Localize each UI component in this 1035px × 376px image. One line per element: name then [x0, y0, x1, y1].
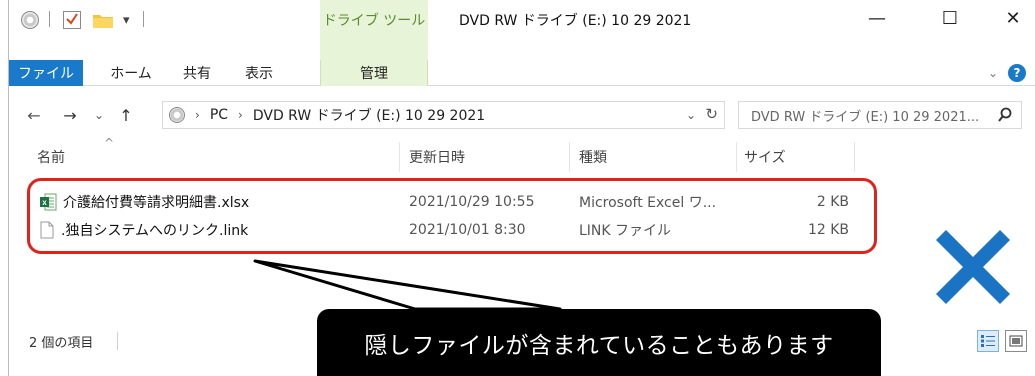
search-icon	[997, 107, 1013, 127]
tab-file[interactable]: ファイル	[9, 60, 83, 86]
divider[interactable]	[854, 142, 855, 172]
dvd-drive-icon	[169, 107, 185, 123]
chevron-right-icon[interactable]: ›	[238, 108, 243, 122]
divider	[117, 332, 118, 350]
properties-icon[interactable]	[63, 11, 81, 29]
divider[interactable]	[736, 142, 737, 172]
title-bar: ▾ ドライブ ツール DVD RW ドライブ (E:) 10 29 2021 —…	[9, 0, 1035, 60]
close-button[interactable]: ✕	[990, 0, 1035, 36]
back-button[interactable]: ←	[23, 103, 45, 127]
refresh-button[interactable]: ↻	[705, 105, 718, 123]
new-folder-icon[interactable]	[93, 13, 113, 28]
divider	[49, 11, 50, 27]
expand-ribbon-button[interactable]: ⌄	[988, 66, 998, 80]
breadcrumb-drive[interactable]: DVD RW ドライブ (E:) 10 29 2021	[253, 105, 485, 125]
ribbon-controls: ⌄ ?	[988, 64, 1026, 82]
search-box[interactable]: DVD RW ドライブ (E:) 10 29 2021...	[738, 101, 1022, 129]
column-headers: 名前 更新日時 種類 サイズ	[9, 142, 1035, 172]
forward-button[interactable]: →	[59, 103, 81, 127]
details-view-icon	[981, 335, 995, 347]
callout-box: 隠しファイルが含まれていることもあります	[317, 309, 881, 376]
context-tab-title: ドライブ ツール	[322, 13, 426, 29]
column-type[interactable]: 種類	[579, 142, 607, 172]
dvd-drive-icon[interactable]	[21, 10, 41, 30]
up-button[interactable]: ↑	[115, 103, 137, 127]
details-view-button[interactable]	[977, 330, 999, 352]
window-title: DVD RW ドライブ (E:) 10 29 2021	[459, 13, 692, 29]
column-size[interactable]: サイズ	[744, 142, 786, 172]
tab-manage[interactable]: 管理	[320, 60, 428, 86]
column-name[interactable]: 名前	[37, 142, 65, 172]
divider[interactable]	[569, 142, 570, 172]
minimize-button[interactable]: —	[854, 0, 900, 36]
recent-locations-button[interactable]: ⌄	[91, 103, 107, 127]
large-icons-view-button[interactable]	[1005, 330, 1027, 352]
help-icon[interactable]: ?	[1008, 64, 1026, 82]
divider[interactable]	[399, 142, 400, 172]
search-placeholder: DVD RW ドライブ (E:) 10 29 2021...	[751, 109, 980, 125]
navigation-bar: ← → ⌄ ↑ › PC › DVD RW ドライブ (E:) 10 29 20…	[9, 100, 1035, 130]
cross-mark-icon	[936, 230, 1010, 304]
callout-text: 隠しファイルが含まれていることもあります	[364, 332, 834, 359]
breadcrumb-pc[interactable]: PC	[210, 107, 228, 123]
address-bar[interactable]: › PC › DVD RW ドライブ (E:) 10 29 2021 ⌄ ↻	[162, 101, 725, 129]
drive-tools-context-header: ドライブ ツール	[320, 0, 428, 60]
tab-view[interactable]: 表示	[231, 60, 287, 86]
item-count: 2 個の項目	[29, 336, 94, 351]
ribbon-tabs: ファイル ホーム 共有 表示 管理 ⌄ ?	[9, 60, 1035, 86]
divider	[143, 11, 144, 27]
large-icons-view-icon	[1009, 335, 1023, 347]
address-dropdown-button[interactable]: ⌄	[686, 108, 696, 122]
tab-home[interactable]: ホーム	[103, 60, 159, 86]
column-date[interactable]: 更新日時	[409, 142, 465, 172]
customize-quick-access-button[interactable]: ▾	[123, 10, 130, 30]
maximize-button[interactable]: ☐	[927, 0, 973, 36]
highlight-box	[27, 178, 877, 254]
chevron-right-icon[interactable]: ›	[195, 108, 200, 122]
tab-share[interactable]: 共有	[169, 60, 225, 86]
